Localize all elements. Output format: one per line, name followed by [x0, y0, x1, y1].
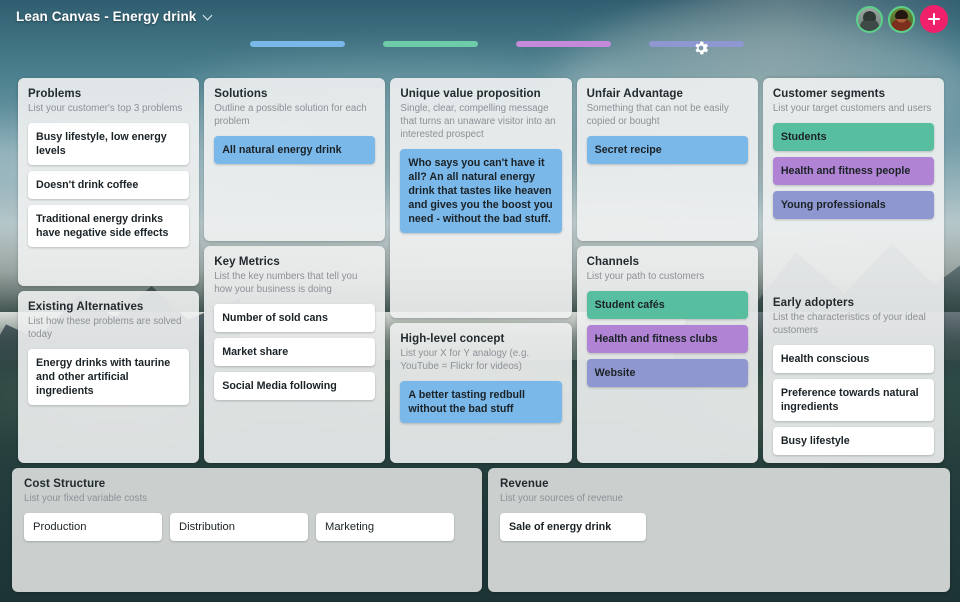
canvas-column-unfair-advantage: Unfair Advantage Something that can not … [576, 78, 758, 463]
card-list: Who says you can't have it all? An all n… [400, 149, 562, 233]
canvas-bottom-row: Cost Structure List your fixed variable … [12, 468, 950, 592]
panel-subtitle: List your X for Y analogy (e.g. YouTube … [400, 348, 530, 372]
panel-subtitle: List your fixed variable costs [24, 493, 148, 504]
panel-subtitle: Something that can not be easily copied … [586, 103, 729, 127]
canvas-card[interactable]: Marketing [316, 513, 454, 541]
canvas-card[interactable]: Production [24, 513, 162, 541]
card-list: Busy lifestyle, low energy levels Doesn'… [28, 123, 190, 247]
card-list: Number of sold cans Market share Social … [214, 304, 376, 400]
canvas-card[interactable]: Busy lifestyle, low energy levels [28, 123, 190, 165]
page-title: Lean Canvas - Energy drink [16, 9, 197, 24]
canvas-card[interactable]: Doesn't drink coffee [28, 171, 190, 199]
canvas-column-uvp: Unique value proposition Single, clear, … [390, 78, 572, 463]
chevron-down-icon[interactable] [203, 11, 214, 22]
panel-channels[interactable]: Channels List your path to customers Stu… [576, 246, 758, 463]
panel-subtitle: List the characteristics of your ideal c… [772, 312, 926, 337]
lean-canvas-grid: Problems List your customer's top 3 prob… [0, 78, 960, 598]
panel-high-level-concept[interactable]: High-level concept List your X for Y ana… [390, 323, 572, 463]
panel-subtitle: List your target customers and users [772, 103, 932, 114]
panel-subtitle: Single, clear, compelling message that t… [400, 103, 556, 140]
panel-title: Channels [586, 256, 640, 268]
canvas-card[interactable]: Health conscious [772, 345, 935, 374]
canvas-column-solutions: Solutions Outline a possible solution fo… [204, 78, 386, 463]
panel-existing-alternatives[interactable]: Existing Alternatives List how these pro… [18, 291, 200, 463]
panel-title: Existing Alternatives [28, 301, 144, 313]
panel-subtitle: List your path to customers [586, 271, 705, 282]
canvas-column-customer-segments: Customer segments List your target custo… [762, 78, 945, 463]
panel-unfair-advantage[interactable]: Unfair Advantage Something that can not … [576, 78, 758, 241]
canvas-card[interactable]: Health and fitness clubs [586, 325, 748, 353]
card-list: Sale of energy drink [500, 513, 938, 541]
panel-title: Solutions [214, 88, 268, 100]
canvas-card[interactable]: Health and fitness people [772, 157, 935, 185]
canvas-card[interactable]: Traditional energy drinks have negative … [28, 205, 190, 247]
progress-pill-2[interactable] [383, 41, 478, 47]
card-list: A better tasting redbull without the bad… [400, 381, 562, 423]
panel-title: Unique value proposition [400, 88, 541, 100]
panel-subtitle: List the key numbers that tell you how y… [214, 271, 358, 295]
panel-subtitle: Outline a possible solution for each pro… [214, 103, 367, 127]
card-list: All natural energy drink [214, 136, 376, 164]
canvas-progress-bars [250, 41, 744, 47]
canvas-card[interactable]: Number of sold cans [214, 304, 376, 332]
panel-cost-structure[interactable]: Cost Structure List your fixed variable … [12, 468, 482, 592]
panel-title: Problems [28, 88, 82, 100]
avatar[interactable] [856, 5, 883, 33]
gear-icon[interactable] [692, 39, 710, 57]
panel-title: High-level concept [400, 333, 505, 345]
panel-problems[interactable]: Problems List your customer's top 3 prob… [18, 78, 200, 286]
progress-pill-3[interactable] [516, 41, 611, 47]
panel-subtitle: List your customer's top 3 problems [28, 103, 183, 114]
canvas-card[interactable]: Social Media following [214, 372, 376, 400]
add-collaborator-button[interactable] [920, 5, 948, 33]
canvas-card[interactable]: Website [586, 359, 748, 387]
top-bar: Lean Canvas - Energy drink [0, 0, 960, 68]
panel-title: Early adopters [772, 297, 855, 310]
panel-solutions[interactable]: Solutions Outline a possible solution fo… [204, 78, 386, 241]
panel-customer-segments[interactable]: Customer segments List your target custo… [762, 78, 945, 288]
canvas-columns: Problems List your customer's top 3 prob… [18, 78, 945, 463]
canvas-card[interactable]: Secret recipe [586, 136, 748, 164]
panel-title: Unfair Advantage [586, 88, 683, 100]
panel-title: Customer segments [772, 88, 886, 100]
panel-title: Revenue [500, 478, 549, 490]
panel-title: Key Metrics [214, 256, 280, 268]
panel-title: Cost Structure [24, 478, 106, 490]
card-list: Energy drinks with taurine and other art… [28, 349, 190, 405]
card-list: Student cafés Health and fitness clubs W… [586, 291, 748, 387]
card-list: Secret recipe [586, 136, 748, 164]
canvas-card[interactable]: Energy drinks with taurine and other art… [28, 349, 190, 405]
canvas-card[interactable]: Students [772, 123, 935, 151]
canvas-card[interactable]: Student cafés [586, 291, 748, 319]
canvas-card[interactable]: Preference towards natural ingredients [772, 379, 935, 422]
panel-revenue[interactable]: Revenue List your sources of revenue Sal… [488, 468, 950, 592]
canvas-column-problems: Problems List your customer's top 3 prob… [18, 78, 200, 463]
panel-unique-value-proposition[interactable]: Unique value proposition Single, clear, … [390, 78, 572, 318]
document-title-menu[interactable]: Lean Canvas - Energy drink [16, 9, 214, 24]
collaborator-avatars [856, 5, 948, 33]
canvas-card[interactable]: Market share [214, 338, 376, 366]
panel-early-adopters[interactable]: Early adopters List the characteristics … [762, 287, 945, 463]
canvas-card[interactable]: Distribution [170, 513, 308, 541]
canvas-card[interactable]: Who says you can't have it all? An all n… [400, 149, 562, 233]
card-list: Health conscious Preference towards natu… [772, 345, 935, 456]
avatar[interactable] [888, 5, 915, 33]
panel-key-metrics[interactable]: Key Metrics List the key numbers that te… [204, 246, 386, 463]
panel-subtitle: List how these problems are solved today [28, 316, 182, 340]
lean-canvas-app: Lean Canvas - Energy drink Problems List… [0, 0, 960, 602]
panel-subtitle: List your sources of revenue [500, 493, 624, 504]
progress-pill-1[interactable] [250, 41, 345, 47]
canvas-card[interactable]: Busy lifestyle [772, 427, 935, 456]
canvas-card[interactable]: Young professionals [772, 191, 935, 219]
canvas-card[interactable]: A better tasting redbull without the bad… [400, 381, 562, 423]
canvas-card[interactable]: Sale of energy drink [500, 513, 646, 541]
card-list: Production Distribution Marketing [24, 513, 470, 541]
card-list: Students Health and fitness people Young… [772, 123, 935, 219]
canvas-card[interactable]: All natural energy drink [214, 136, 376, 164]
